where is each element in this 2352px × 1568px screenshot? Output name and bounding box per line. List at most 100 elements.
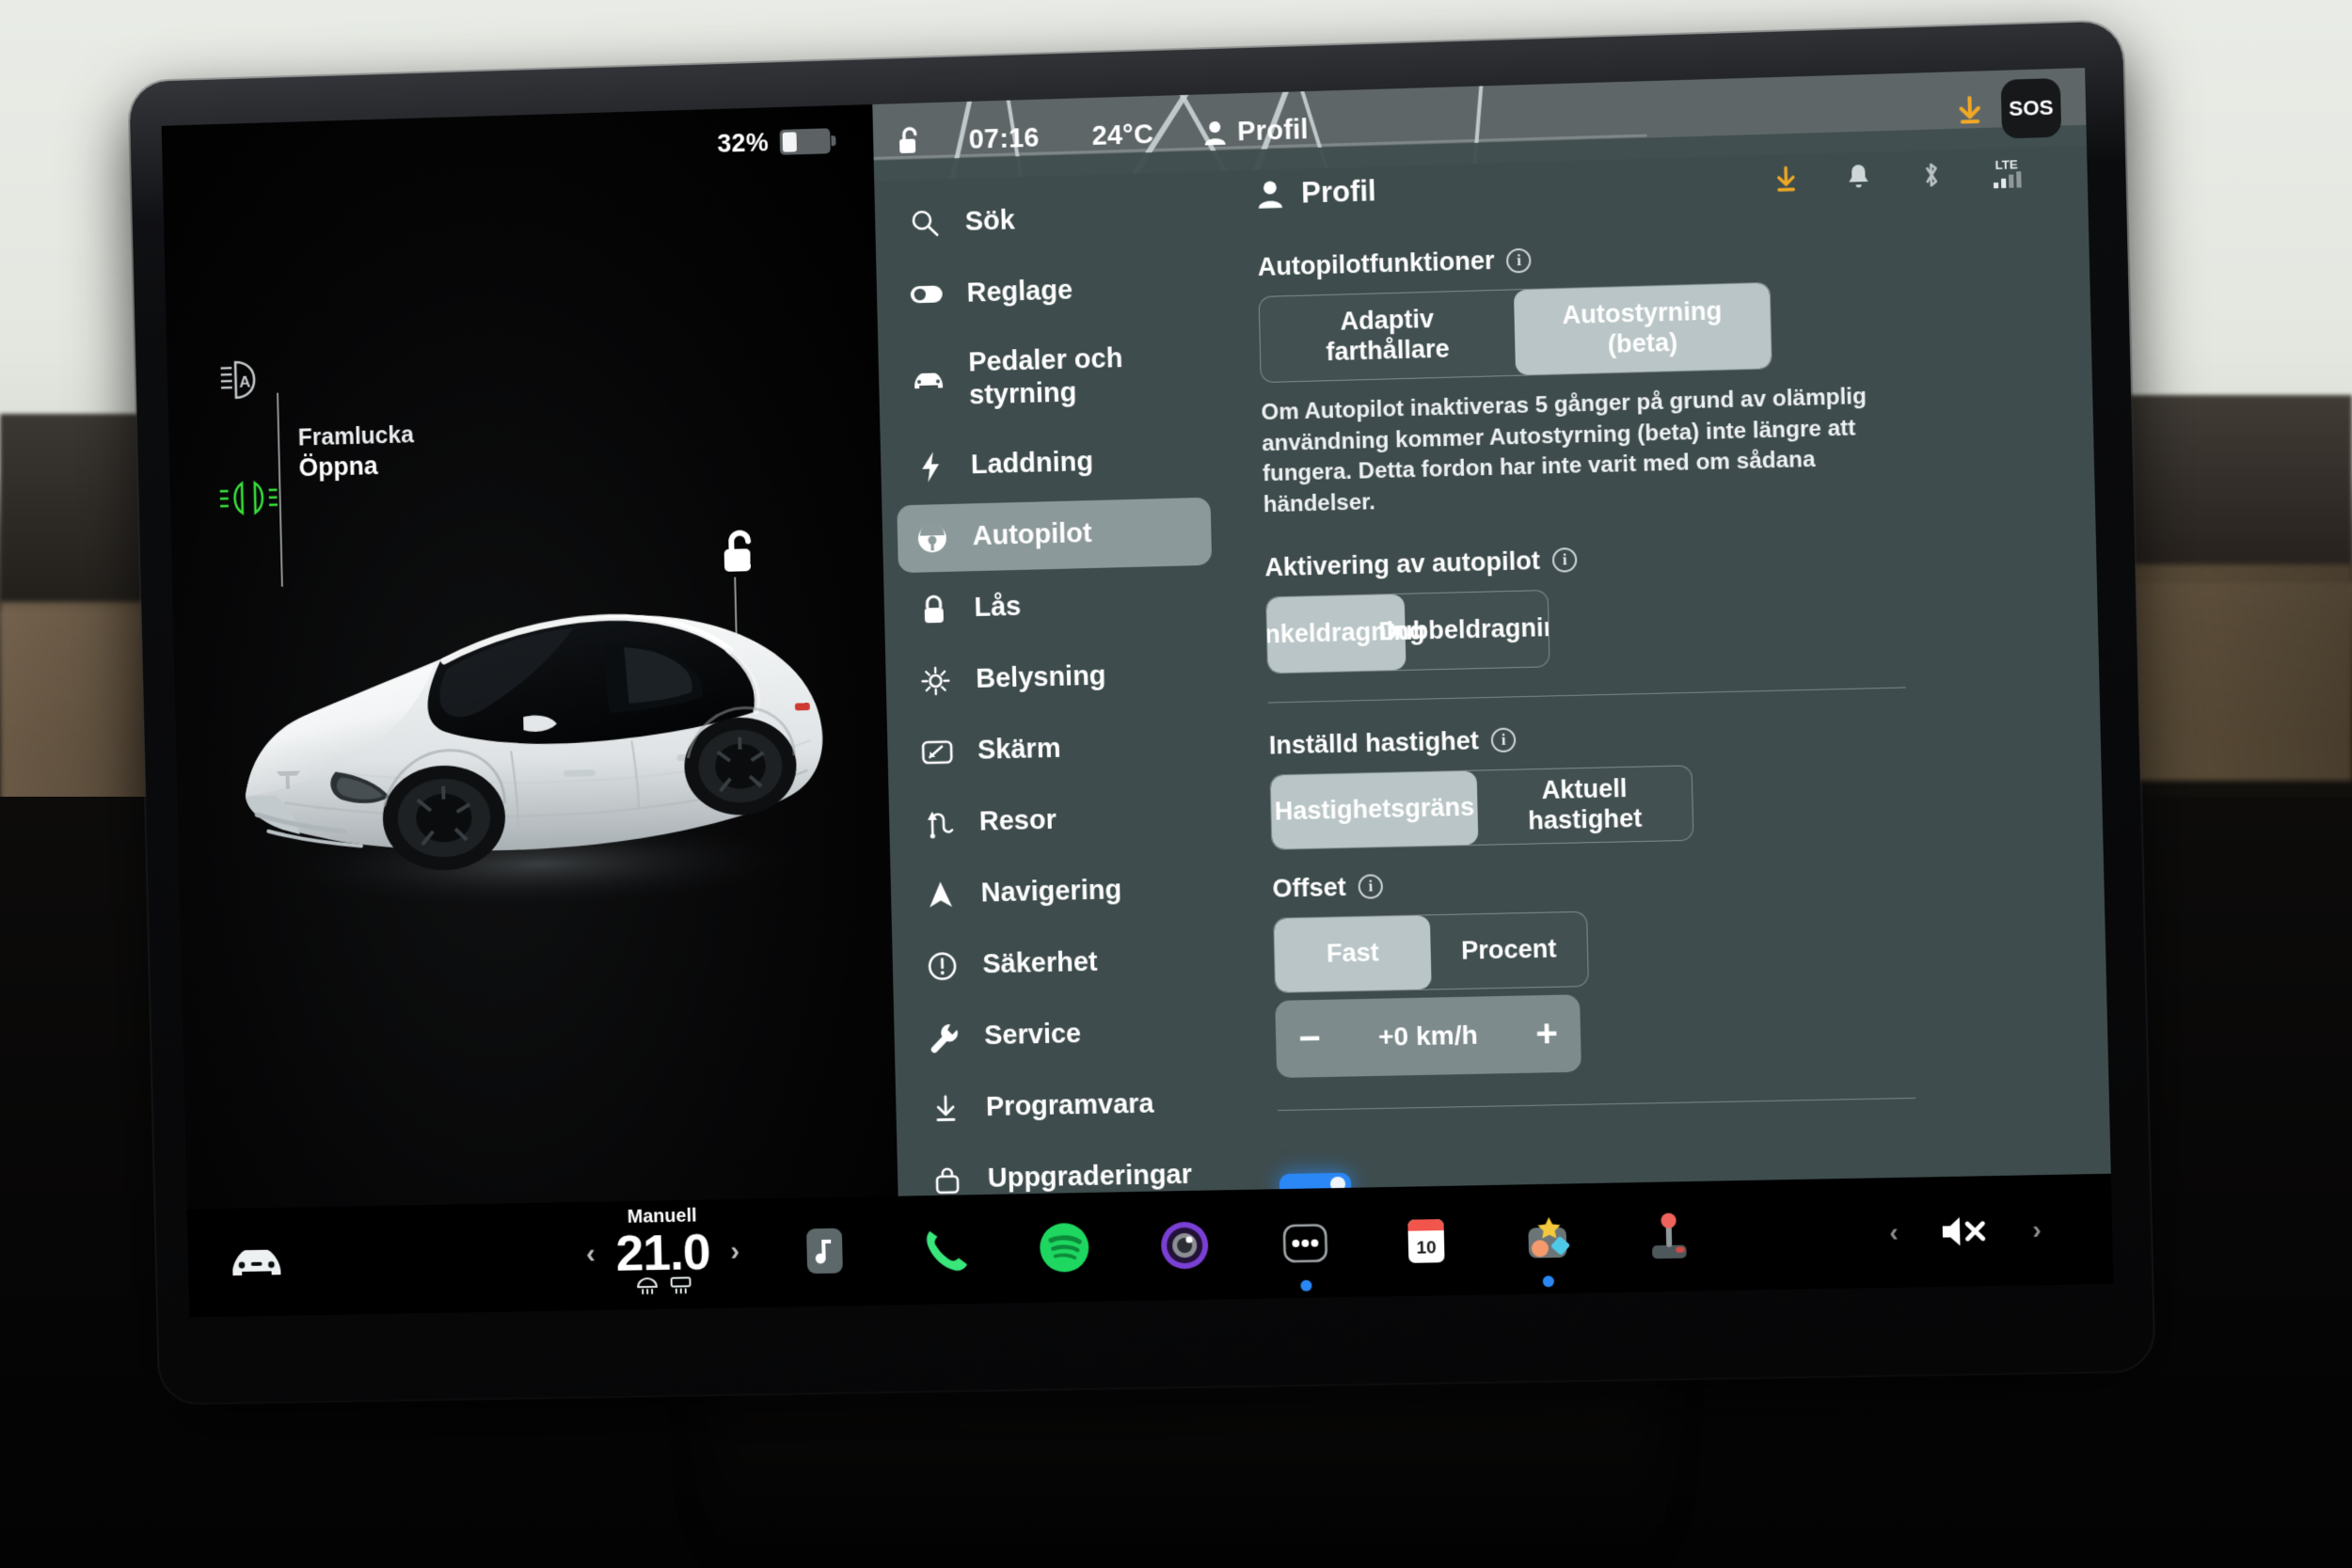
tesla-model3-render[interactable] xyxy=(189,508,876,926)
defrost-buttons[interactable] xyxy=(635,1275,691,1295)
toybox-app-icon[interactable] xyxy=(1518,1209,1578,1268)
spotify-app-icon[interactable] xyxy=(1035,1218,1094,1277)
temperature-increase-button[interactable]: › xyxy=(730,1236,740,1268)
calendar-day: 10 xyxy=(1416,1238,1437,1259)
temperature-decrease-button[interactable]: ‹ xyxy=(586,1238,596,1270)
clock-label[interactable]: 07:16 xyxy=(968,122,1040,155)
app-dock[interactable]: 10 xyxy=(794,1181,1699,1307)
info-icon[interactable]: i xyxy=(1491,727,1517,752)
offset-decrease-button[interactable]: − xyxy=(1298,1019,1321,1057)
settings-overlay[interactable]: 07:16 24°C Profil xyxy=(872,68,2110,1196)
sidebar-label: Service xyxy=(984,1018,1082,1053)
segment-current-speed[interactable]: Aktuell hastighet xyxy=(1477,766,1693,844)
navigation-arrow-icon xyxy=(922,877,959,913)
segment-speed-limit[interactable]: Hastighetsgräns xyxy=(1271,770,1479,848)
sidebar-item-search[interactable]: Sök xyxy=(889,182,1204,259)
section-divider xyxy=(1268,687,1906,703)
sidebar-item-controls[interactable]: Reglage xyxy=(891,253,1206,329)
info-icon[interactable]: i xyxy=(1506,247,1532,273)
autopilot-activation-segmented-control[interactable]: Enkeldragning Dubbeldragning xyxy=(1265,589,1550,673)
temperature-value[interactable]: 21.0 xyxy=(615,1223,710,1282)
settings-panel[interactable]: Sök Reglage Pedaler och xyxy=(874,125,2111,1196)
info-icon[interactable]: i xyxy=(1358,874,1383,899)
sidebar-item-navigation[interactable]: Navigering xyxy=(905,855,1220,929)
sidebar-item-pedals-steering[interactable]: Pedaler och styrning xyxy=(893,325,1209,431)
phone-app-icon[interactable] xyxy=(914,1220,974,1279)
more-apps-icon[interactable] xyxy=(1276,1213,1336,1273)
settings-sidebar[interactable]: Sök Reglage Pedaler och xyxy=(874,150,1242,1196)
bolt-icon xyxy=(913,449,949,485)
offset-stepper[interactable]: − +0 km/h + xyxy=(1275,994,1581,1078)
section-divider xyxy=(1278,1097,1915,1110)
steering-wheel-icon xyxy=(914,519,951,556)
sidebar-label: Resor xyxy=(978,804,1057,839)
segment-double-pull[interactable]: Dubbeldragning xyxy=(1405,590,1549,669)
bluetooth-icon[interactable] xyxy=(1915,158,1947,191)
display-main-area: 32% A xyxy=(162,68,2111,1210)
autopilot-features-segmented-control[interactable]: Adaptiv farthållare Autostyrning (beta) xyxy=(1259,282,1772,383)
autopilot-activation-label: Aktivering av autopilot i xyxy=(1264,533,2046,582)
sidebar-item-trips[interactable]: Resor xyxy=(903,784,1218,858)
vehicle-visualization-pane[interactable]: 32% A xyxy=(162,104,898,1210)
volume-control[interactable]: ‹ › xyxy=(1888,1175,2042,1288)
lte-signal-icon[interactable]: LTE xyxy=(1987,156,2038,190)
app-running-dot xyxy=(1543,1275,1554,1287)
calendar-app-icon[interactable]: 10 xyxy=(1396,1212,1456,1271)
header-icon-tray[interactable]: LTE xyxy=(1770,156,2038,197)
autopilot-description: Om Autopilot inaktiveras 5 gånger på gru… xyxy=(1261,381,1909,521)
sidebar-item-display[interactable]: Skärm xyxy=(902,711,1217,786)
touchscreen-display[interactable]: 32% A xyxy=(162,68,2114,1317)
frunk-action[interactable]: Öppna xyxy=(298,450,415,483)
sidebar-item-software[interactable]: Programvara xyxy=(911,1069,1226,1143)
frunk-label: Framlucka xyxy=(297,420,414,452)
section-title: Aktivering av autopilot xyxy=(1264,546,1540,581)
sidebar-label: Skärm xyxy=(977,733,1061,768)
person-icon xyxy=(1256,179,1285,210)
app-running-dot xyxy=(1300,1280,1311,1291)
trips-icon xyxy=(921,805,958,842)
info-icon[interactable]: i xyxy=(1552,547,1578,573)
climate-control[interactable]: Manuell ‹ 21.0 › xyxy=(585,1205,741,1296)
media-app-icon[interactable] xyxy=(795,1222,854,1281)
autopilot-features-label: Autopilotfunktioner i xyxy=(1258,230,2040,282)
segment-offset-percent[interactable]: Procent xyxy=(1430,911,1588,989)
lock-icon xyxy=(915,591,952,627)
segment-offset-fixed[interactable]: Fast xyxy=(1274,915,1431,992)
alert-circle-icon xyxy=(924,948,961,985)
car-front-icon xyxy=(911,362,947,399)
temperature-stepper[interactable]: ‹ 21.0 › xyxy=(585,1223,740,1284)
sidebar-item-locks[interactable]: Lås xyxy=(898,568,1214,643)
offset-increase-button[interactable]: + xyxy=(1535,1014,1558,1053)
volume-previous-button[interactable]: ‹ xyxy=(1889,1217,1899,1247)
sos-button[interactable]: SOS xyxy=(2001,78,2062,138)
volume-muted-icon[interactable] xyxy=(1938,1212,1993,1250)
arcade-app-icon[interactable] xyxy=(1639,1207,1699,1266)
dashcam-app-icon[interactable] xyxy=(1154,1215,1214,1275)
rear-defrost-icon[interactable] xyxy=(669,1275,691,1294)
settings-content[interactable]: Profil xyxy=(1217,125,2111,1190)
sidebar-item-autopilot[interactable]: Autopilot xyxy=(897,497,1212,572)
bell-icon[interactable] xyxy=(1842,161,1875,194)
page-title: Profil xyxy=(1256,174,1377,212)
volume-next-button[interactable]: › xyxy=(2032,1215,2042,1245)
auto-highbeam-icon: A xyxy=(218,356,271,404)
sidebar-item-service[interactable]: Service xyxy=(909,998,1224,1072)
segment-autosteer[interactable]: Autostyrning (beta) xyxy=(1514,283,1772,375)
outside-temperature-label[interactable]: 24°C xyxy=(1091,119,1153,152)
lock-status-icon[interactable] xyxy=(898,126,923,157)
offset-segmented-control[interactable]: Fast Procent xyxy=(1273,911,1589,992)
software-download-icon[interactable] xyxy=(1955,95,1984,126)
sidebar-label: Reglage xyxy=(966,274,1073,309)
software-download-icon[interactable] xyxy=(1770,163,1803,196)
front-defrost-icon[interactable] xyxy=(635,1276,658,1295)
battery-status[interactable]: 32% xyxy=(717,126,831,158)
sidebar-item-lights[interactable]: Belysning xyxy=(900,640,1216,715)
car-front-icon[interactable] xyxy=(227,1243,287,1281)
segment-adaptive-cruise[interactable]: Adaptiv farthållare xyxy=(1260,290,1516,382)
sidebar-item-safety[interactable]: Säkerhet xyxy=(907,927,1222,1001)
battery-percent-label: 32% xyxy=(717,128,769,158)
sidebar-item-charging[interactable]: Laddning xyxy=(895,425,1210,501)
parking-lights-icon xyxy=(217,477,279,519)
set-speed-segmented-control[interactable]: Hastighetsgräns Aktuell hastighet xyxy=(1270,765,1694,849)
profile-status-button[interactable]: Profil xyxy=(1202,115,1309,149)
